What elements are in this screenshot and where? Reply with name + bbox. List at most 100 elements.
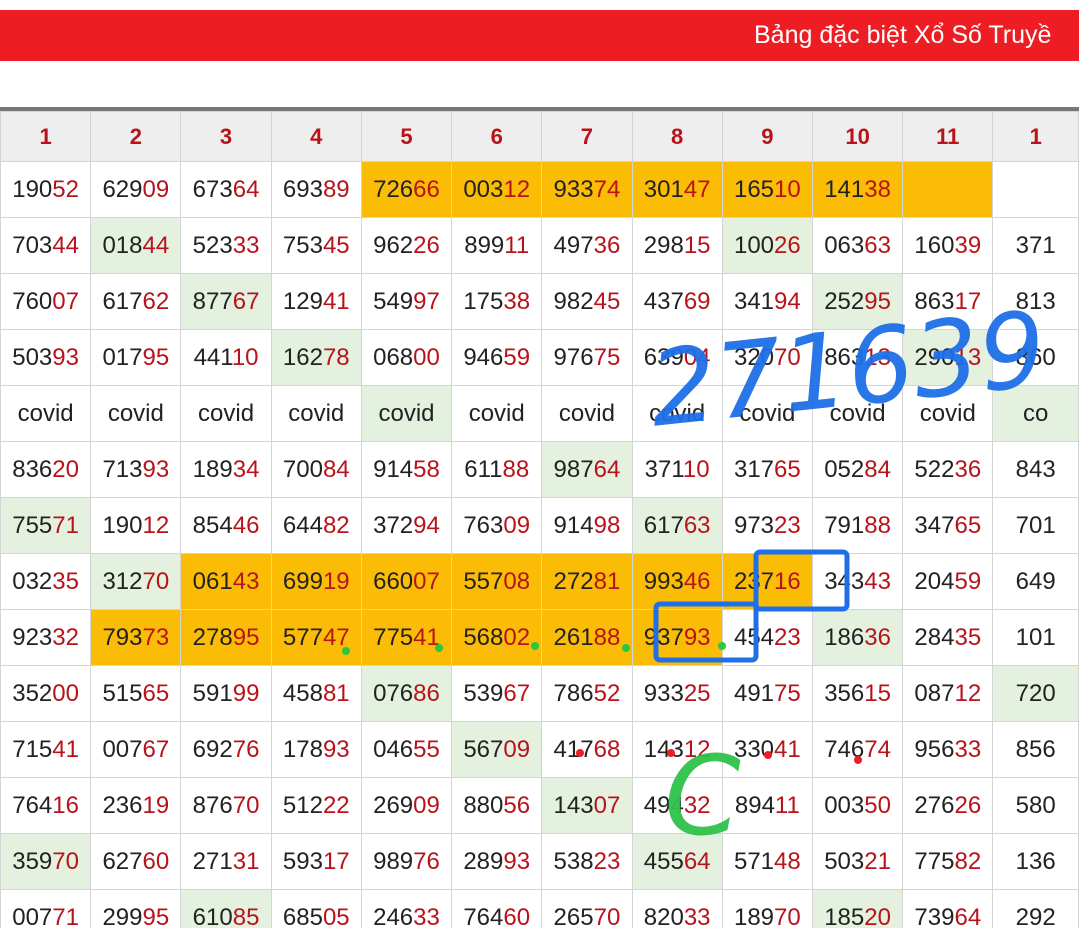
result-cell: 649 [992, 553, 1079, 610]
lead-digits: 863 [914, 287, 955, 315]
result-cell: 27131 [180, 833, 272, 890]
tail-digits: 82 [954, 847, 982, 875]
result-cell: 49736 [541, 217, 633, 274]
tail-digits: 35 [954, 623, 982, 651]
lead-digits: 914 [553, 511, 594, 539]
lead-digits: 312 [102, 567, 143, 595]
result-cell: 55708 [451, 553, 543, 610]
result-cell: covid [90, 385, 182, 442]
tail-digits: 70 [52, 847, 79, 875]
table-row: covid covid covid covid covid covid covid covid… [0, 385, 1079, 442]
tail-digits: 47 [322, 623, 350, 651]
result-cell: 53823 [541, 833, 633, 890]
tail-digits: 88 [864, 511, 891, 539]
lead-digits: 746 [824, 735, 865, 763]
tail-digits: 26 [774, 231, 801, 259]
tail-digits: 97 [413, 287, 440, 315]
result-cell: 98976 [360, 833, 453, 890]
result-cell: 31270 [90, 553, 182, 610]
tail-digits: 32 [52, 623, 79, 651]
result-cell: 97323 [721, 497, 813, 554]
lead-digits: 320 [733, 343, 775, 371]
tail-digits: 66 [413, 175, 440, 203]
lead-digits: 278 [192, 623, 233, 651]
result-cell: 29815 [631, 217, 723, 274]
result-cell: 82033 [631, 889, 723, 928]
result-cell: 06143 [180, 553, 272, 610]
lead-digits: 003 [463, 175, 504, 203]
lead-digits: 764 [12, 791, 53, 819]
result-cell: 07686 [360, 665, 453, 722]
result-cell: 34765 [902, 497, 994, 554]
result-cell: 69276 [180, 721, 272, 778]
tail-digits: 93 [52, 343, 79, 371]
result-cell: 45881 [270, 665, 362, 722]
tail-digits: 19 [142, 791, 170, 819]
tail-digits: 43 [864, 567, 891, 595]
lead-digits: 755 [12, 511, 53, 539]
result-cell: 54997 [360, 273, 453, 330]
table-row: 76007 61762 87767 12941 54997 17538 98245 43769… [0, 273, 1079, 330]
result-cell: 53967 [451, 665, 543, 722]
tail-digits: 13 [864, 343, 891, 371]
result-cell: 18934 [180, 441, 272, 498]
result-cell: 00350 [811, 777, 904, 834]
result-cell: 91498 [541, 497, 633, 554]
tail-digits: 47 [683, 175, 711, 203]
lead-digits: 786 [553, 679, 594, 707]
result-cell: 98245 [541, 273, 633, 330]
lead-digits: 713 [102, 455, 143, 483]
tail-digits: 00 [52, 679, 79, 707]
tail-digits: 39 [954, 231, 982, 259]
tail-digits: 09 [503, 735, 531, 763]
tail-digits: 44 [52, 231, 79, 259]
column-header: 11 [902, 111, 994, 162]
tail-digits: 73 [142, 623, 170, 651]
tail-digits: 88 [593, 623, 621, 651]
result-cell: 77582 [902, 833, 994, 890]
result-cell: 35615 [811, 665, 904, 722]
results-table-container[interactable]: 1 2 3 4 5 6 7 8 9 10 11 1 19052 62909 67364 69389 72666… [0, 111, 1079, 928]
lead-digits: 032 [12, 567, 53, 595]
result-cell: 76007 [0, 273, 92, 330]
tail-digits: 71 [52, 511, 79, 539]
tail-digits: 93 [142, 455, 170, 483]
tail-digits: 41 [413, 623, 440, 651]
tail-digits: 46 [232, 511, 260, 539]
lead-digits: 185 [824, 903, 865, 928]
tail-digits: 95 [142, 903, 170, 928]
lead-digits: 693 [282, 175, 323, 203]
result-cell: 34343 [811, 553, 904, 610]
result-cell: 00771 [0, 889, 92, 928]
result-cell: 73964 [902, 889, 994, 928]
lead-digits: 962 [373, 231, 414, 259]
lead-digits: 685 [282, 903, 323, 928]
result-cell: 29013 [902, 329, 994, 386]
lead-digits: 076 [373, 679, 414, 707]
result-cell: 23619 [90, 777, 182, 834]
result-cell: 89911 [451, 217, 543, 274]
lead-digits: 503 [12, 343, 53, 371]
tail-digits: 13 [954, 343, 982, 371]
lead-digits: 299 [102, 903, 143, 928]
lead-digits: 046 [373, 735, 414, 763]
lead-digits: 836 [12, 455, 53, 483]
lead-digits: 356 [824, 679, 865, 707]
lead-digits: 007 [102, 735, 143, 763]
result-cell: covid [270, 385, 362, 442]
lead-digits: 330 [733, 735, 775, 763]
result-cell: 76416 [0, 777, 92, 834]
result-cell: 01844 [90, 217, 182, 274]
tail-digits: 50 [864, 791, 891, 819]
tail-digits: 23 [593, 847, 621, 875]
tail-digits: 09 [503, 511, 531, 539]
result-cell: 27281 [541, 553, 633, 610]
result-cell: 19052 [0, 161, 92, 218]
lead-digits: 660 [373, 567, 414, 595]
result-cell: 87767 [180, 273, 272, 330]
tail-digits: 34 [232, 455, 260, 483]
tail-digits: 10 [682, 455, 710, 483]
lead-digits: 877 [192, 287, 233, 315]
tail-digits: 32 [683, 791, 711, 819]
tail-digits: 04 [683, 343, 711, 371]
